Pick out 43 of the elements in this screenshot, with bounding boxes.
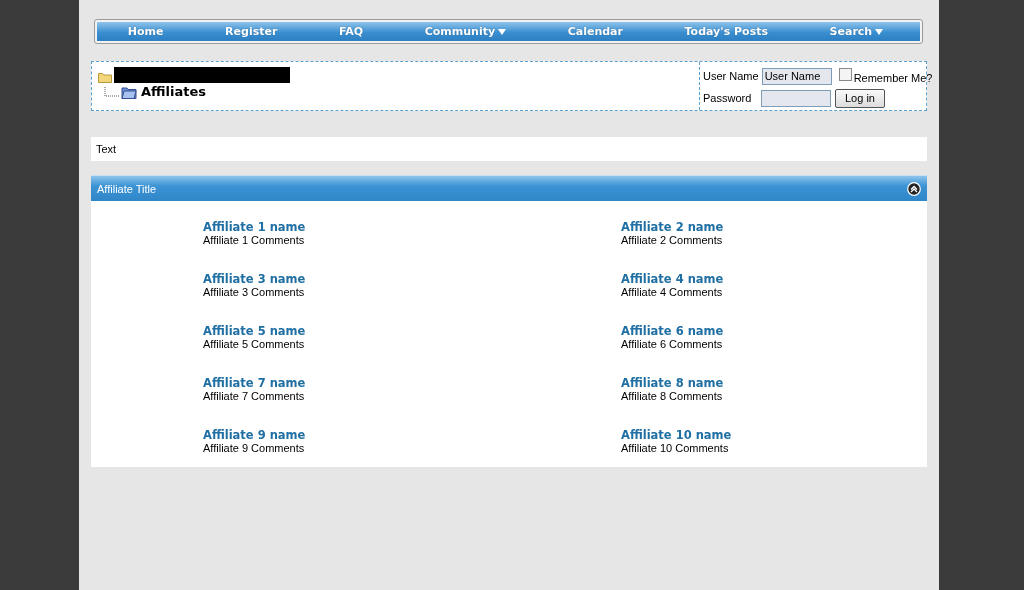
nav-link[interactable]: Register <box>225 25 278 38</box>
remember-checkbox[interactable] <box>838 68 852 81</box>
nav-link[interactable]: FAQ <box>338 25 364 38</box>
affiliate-link[interactable]: Affiliate 2 name <box>621 220 724 234</box>
affiliate-link[interactable]: Affiliate 1 name <box>203 220 306 234</box>
affiliate-comments: Affiliate 8 Comments <box>621 390 723 403</box>
nav-link[interactable]: Calendar <box>567 25 623 38</box>
field-label: Password <box>703 92 753 104</box>
login-button[interactable]: Log in <box>835 88 885 108</box>
affiliate-link[interactable]: Affiliate 7 name <box>203 376 306 390</box>
collapse-icon[interactable] <box>907 181 921 196</box>
folder-icon <box>98 71 112 83</box>
nav-link[interactable]: Today's Posts <box>684 25 768 38</box>
field-label: User Name <box>703 70 759 82</box>
affiliate-comments: Affiliate 10 Comments <box>621 442 729 455</box>
affiliate-link[interactable]: Affiliate 5 name <box>203 324 306 338</box>
menu-link[interactable]: Community <box>424 25 507 38</box>
breadcrumb-current: Affiliates <box>141 84 206 99</box>
affiliate-link[interactable]: Affiliate 9 name <box>203 428 306 442</box>
affiliate-link[interactable]: Affiliate 8 name <box>621 376 724 390</box>
affiliate-comments: Affiliate 5 Comments <box>203 338 305 351</box>
caret-icon <box>875 28 884 35</box>
section-title: Affiliate Title <box>97 182 157 195</box>
affiliate-comments: Affiliate 1 Comments <box>203 234 305 247</box>
affiliate-link[interactable]: Affiliate 3 name <box>203 272 306 286</box>
menu-link[interactable]: Search <box>829 25 884 38</box>
affiliate-comments: Affiliate 2 Comments <box>621 234 723 247</box>
affiliate-link[interactable]: Affiliate 4 name <box>621 272 724 286</box>
affiliate-link[interactable]: Affiliate 6 name <box>621 324 724 338</box>
affiliate-comments: Affiliate 7 Comments <box>203 390 305 403</box>
tree-connector <box>104 86 120 97</box>
folder-icon <box>121 84 137 99</box>
notice-text: Text <box>96 143 117 155</box>
checkbox-label: Remember Me? <box>853 72 933 84</box>
password-field[interactable] <box>761 89 831 107</box>
affiliate-link[interactable]: Affiliate 10 name <box>621 428 732 442</box>
affiliate-comments: Affiliate 3 Comments <box>203 286 305 299</box>
affiliate-comments: Affiliate 9 Comments <box>203 442 305 455</box>
username-field[interactable]: User Name <box>761 67 832 85</box>
affiliate-comments: Affiliate 6 Comments <box>621 338 723 351</box>
caret-icon <box>498 28 507 35</box>
affiliate-comments: Affiliate 4 Comments <box>621 286 723 299</box>
nav-link[interactable]: Home <box>127 25 164 38</box>
